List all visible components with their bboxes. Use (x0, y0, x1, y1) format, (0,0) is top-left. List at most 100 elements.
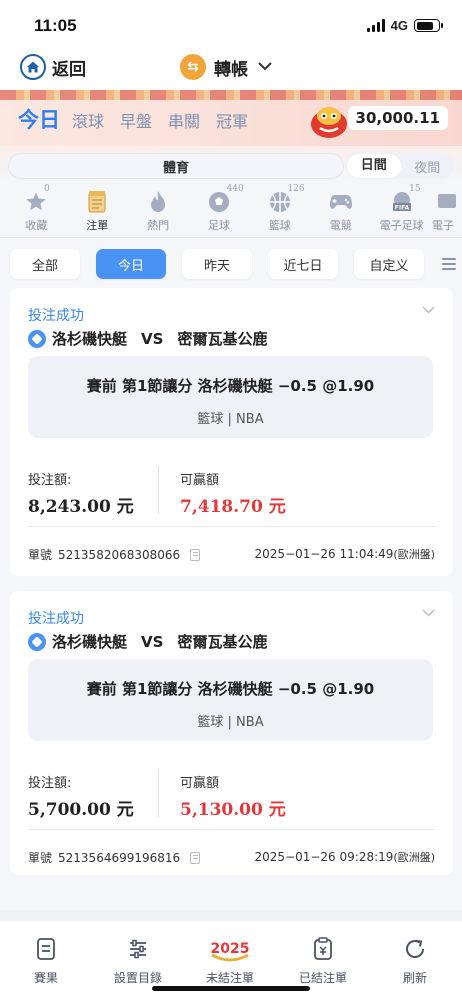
tab-settled-bets[interactable]: 已結注單 (283, 935, 363, 986)
results-doc-icon (6, 935, 86, 963)
tab-open-bets[interactable]: 2025 未結注單 (190, 935, 270, 986)
svg-text:2025: 2025 (211, 941, 250, 957)
filter-menu-icon[interactable] (442, 258, 456, 273)
category-hot[interactable]: 熱門 (128, 184, 189, 237)
night-option[interactable]: 夜間 (401, 157, 455, 176)
away-team: 密爾瓦基公鹿 (177, 330, 268, 348)
festive-decoration (0, 90, 462, 100)
esport-icon (432, 190, 462, 214)
category-count: 15 (409, 184, 421, 194)
expand-chevron-icon[interactable] (422, 606, 435, 621)
expand-chevron-icon[interactable] (422, 303, 435, 318)
bet-selection: 賽前 第1節讓分 洛杉磯快艇 −0.5 @1.90 (86, 680, 375, 698)
tab-live[interactable]: 滾球 (72, 108, 104, 132)
home-icon (20, 54, 46, 80)
lion-dance-icon (311, 107, 347, 138)
copy-icon[interactable] (190, 548, 201, 561)
stake-label: 投注額: (28, 776, 72, 791)
sliders-icon (98, 935, 178, 963)
clock: 11:05 (34, 16, 77, 35)
notebook-icon (67, 190, 128, 214)
category-virtual-soccer[interactable]: FIFA 15 電子足球 (371, 184, 432, 237)
tab-parlay[interactable]: 串關 (168, 108, 200, 132)
chevron-down-icon (258, 59, 272, 75)
category-basketball[interactable]: 126 籃球 (249, 184, 310, 237)
tab-early[interactable]: 早盤 (120, 108, 152, 132)
clipboard-icon (283, 935, 363, 963)
day-option[interactable]: 日間 (347, 154, 401, 178)
status-bar: 11:05 4G (0, 0, 462, 48)
basketball-icon (28, 632, 46, 651)
stake-label: 投注額: (28, 473, 72, 488)
top-nav: 返回 ⇆ 轉帳 (0, 48, 462, 90)
nav-title: 轉帳 (214, 59, 248, 80)
battery-icon (414, 19, 443, 32)
stake-amount: 5,700.00 元 (28, 800, 134, 820)
tab-refresh[interactable]: 刷新 (375, 935, 455, 986)
away-team: 密爾瓦基公鹿 (177, 633, 268, 651)
win-amount: 5,130.00 元 (180, 800, 286, 820)
datetime-value: 2025−01−26 11:04:49 (254, 547, 394, 561)
divider (28, 829, 435, 830)
league-label: 籃球 | NBA (197, 715, 264, 730)
tab-label: 刷新 (402, 971, 427, 985)
tab-results[interactable]: 賽果 (6, 935, 86, 986)
tab-settings[interactable]: 設置目錄 (98, 935, 178, 986)
tab-label: 未結注單 (205, 971, 254, 985)
category-bar: 0 收藏 注單 熱門 440 足球 126 籃球 電競 FIFA 15 電子足球… (0, 184, 462, 238)
wallet-balance[interactable]: 30,000.11 (347, 106, 448, 130)
category-favorites[interactable]: 0 收藏 (6, 184, 67, 237)
basketball-icon (28, 329, 46, 348)
bet-detail-box: 賽前 第1節讓分 洛杉磯快艇 −0.5 @1.90 籃球 | NBA (28, 659, 433, 741)
divider (28, 526, 435, 527)
home-indicator (152, 986, 310, 991)
transfer-dropdown[interactable]: ⇆ 轉帳 (180, 54, 272, 80)
bet-status: 投注成功 (28, 308, 84, 324)
filter-custom[interactable]: 自定义 (354, 249, 424, 279)
filter-yesterday[interactable]: 昨天 (182, 249, 252, 279)
order-number: 單號 5213582068308066 (28, 546, 201, 563)
date-filter-bar: 全部 今日 昨天 近七日 自定义 (0, 238, 462, 288)
vs-label: VS (141, 632, 164, 651)
2025-badge-icon: 2025 (190, 935, 270, 963)
filter-all[interactable]: 全部 (10, 249, 80, 279)
tab-label: 設置目錄 (113, 971, 162, 985)
order-number: 單號 5213564699196816 (28, 849, 201, 866)
market-banner: 今日 滾球 早盤 串關 冠軍 30,000.11 (0, 90, 462, 146)
back-label: 返回 (52, 59, 86, 80)
tab-today[interactable]: 今日 (18, 104, 60, 134)
copy-icon[interactable] (190, 851, 201, 864)
category-label: 熱門 (147, 219, 170, 232)
back-button[interactable]: 返回 (20, 54, 86, 80)
star-icon (6, 190, 67, 214)
league-label: 籃球 | NBA (197, 412, 264, 427)
category-count: 440 (226, 184, 244, 194)
category-label: 電競 (329, 219, 352, 232)
category-soccer[interactable]: 440 足球 (189, 184, 250, 237)
refresh-icon (375, 935, 455, 963)
category-label: 收藏 (25, 219, 48, 232)
bet-card[interactable]: 投注成功 洛杉磯快艇 VS 密爾瓦基公鹿 賽前 第1節讓分 洛杉磯快艇 −0.5… (10, 288, 453, 576)
filter-today[interactable]: 今日 (96, 249, 166, 279)
fire-icon (128, 190, 189, 214)
order-label: 單號 (28, 851, 53, 865)
stake-amount: 8,243.00 元 (28, 497, 134, 517)
category-electronic[interactable]: 電子 (432, 184, 462, 237)
match-teams: 洛杉磯快艇 VS 密爾瓦基公鹿 (28, 631, 267, 652)
win-label: 可贏額 (180, 473, 220, 488)
match-teams: 洛杉磯快艇 VS 密爾瓦基公鹿 (28, 328, 267, 349)
category-bets[interactable]: 注單 (67, 184, 128, 237)
filter-last-seven-days[interactable]: 近七日 (268, 249, 338, 279)
bet-card[interactable]: 投注成功 洛杉磯快艇 VS 密爾瓦基公鹿 賽前 第1節讓分 洛杉磯快艇 −0.5… (10, 591, 453, 875)
bet-status: 投注成功 (28, 611, 84, 627)
bet-datetime: 2025−01−26 11:04:49(歐洲盤) (255, 546, 436, 562)
sport-selector[interactable]: 體育 (8, 153, 344, 179)
tab-outright[interactable]: 冠軍 (216, 108, 248, 132)
day-night-toggle[interactable]: 日間 夜間 (346, 153, 454, 179)
category-count: 0 (44, 184, 50, 194)
category-esports[interactable]: 電競 (310, 184, 371, 237)
home-team: 洛杉磯快艇 (52, 633, 128, 651)
category-label: 足球 (208, 219, 230, 232)
svg-text:FIFA: FIFA (394, 205, 409, 212)
category-count: 126 (287, 184, 305, 194)
